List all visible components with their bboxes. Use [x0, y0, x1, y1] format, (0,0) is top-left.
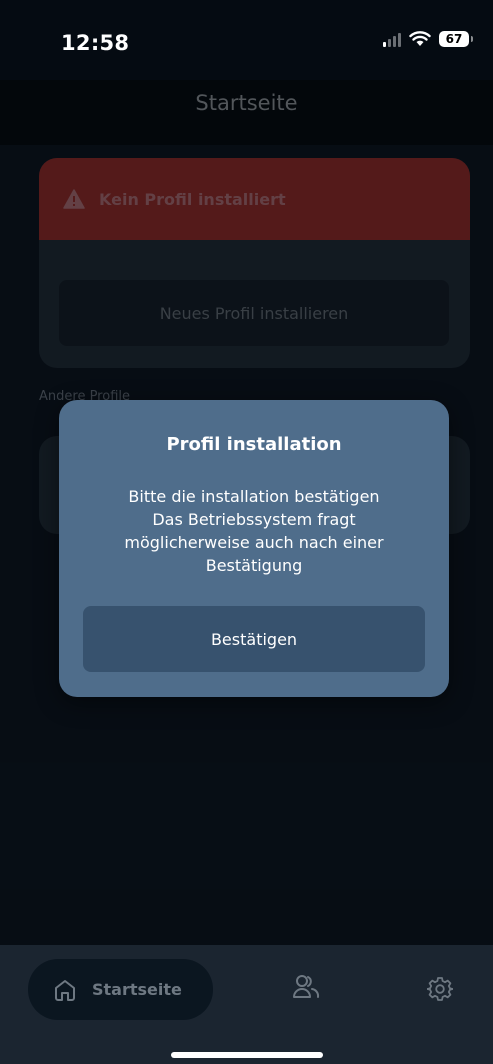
status-icons: 67 — [383, 31, 473, 47]
home-indicator[interactable] — [171, 1052, 323, 1058]
status-bar: 12:58 67 — [0, 0, 493, 80]
confirm-button[interactable]: Bestätigen — [83, 606, 425, 672]
nav-home-label: Startseite — [92, 980, 182, 999]
battery-level: 67 — [445, 32, 463, 46]
dialog-message-line: Das Betriebssystem fragt — [152, 510, 356, 529]
signal-icon — [383, 32, 401, 47]
house-icon — [55, 979, 75, 1001]
wifi-icon — [409, 31, 431, 46]
dialog-title: Profil installation — [166, 434, 342, 455]
dialog-message-line: Bitte die installation bestätigen — [128, 487, 380, 506]
gear-icon[interactable] — [427, 976, 453, 1002]
nav-home-tab[interactable]: Startseite — [28, 959, 213, 1020]
app-screen: 12:58 67 Startseite Kein Profil installi… — [0, 0, 493, 1064]
battery-icon: 67 — [439, 31, 473, 47]
users-icon[interactable] — [291, 972, 321, 1002]
dialog-message-line: möglicherweise auch nach einer — [124, 533, 384, 552]
dialog-message: Bitte die installation bestätigen Das Be… — [83, 485, 425, 577]
status-time: 12:58 — [61, 31, 130, 55]
dialog-message-line: Bestätigung — [205, 556, 303, 575]
bottom-nav: Startseite — [0, 945, 493, 1064]
profile-installation-dialog: Profil installation Bitte die installati… — [59, 400, 449, 697]
